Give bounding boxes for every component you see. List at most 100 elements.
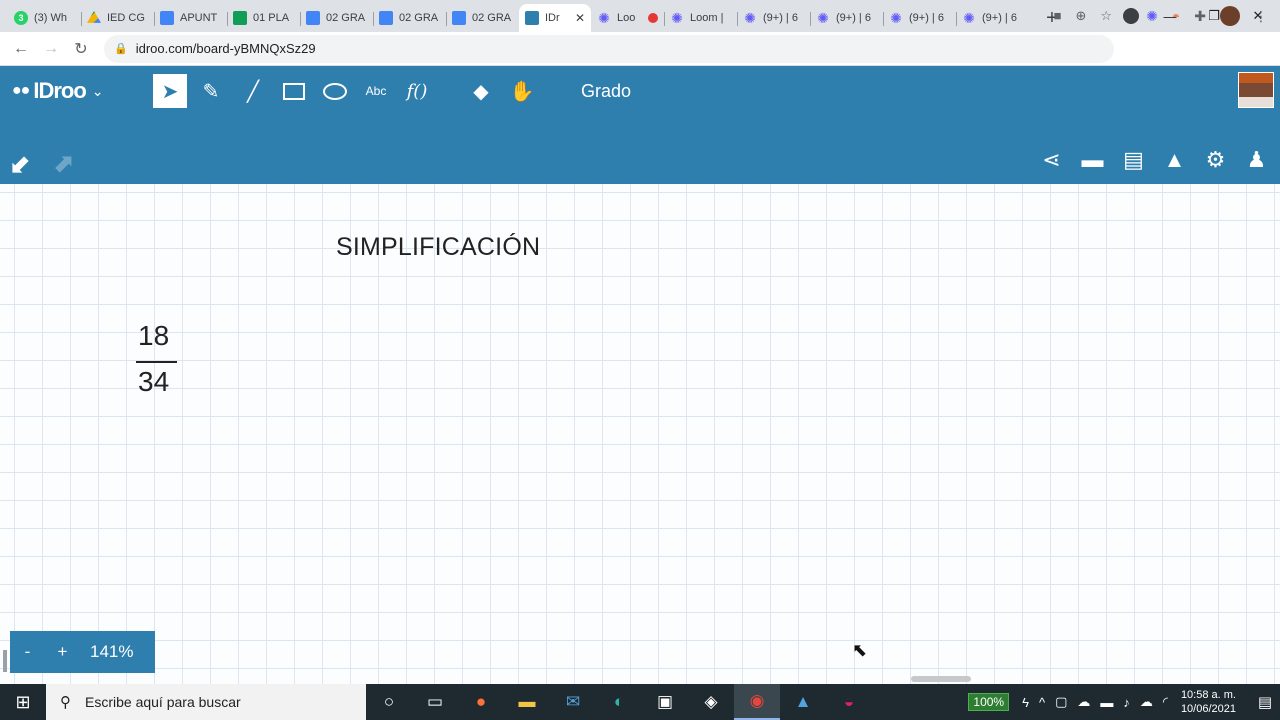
reload-button[interactable]: ↻ [66, 39, 96, 59]
board-name[interactable]: Grado [581, 81, 631, 102]
browser-tab[interactable]: ✺ (9+) | 6 [883, 4, 956, 32]
line-icon: ╱ [246, 80, 260, 103]
forward-button[interactable]: → [36, 40, 66, 58]
loom-icon: ✺ [671, 9, 683, 26]
tab-title: IDr [545, 12, 560, 24]
drive-icon [87, 11, 101, 23]
share-icon[interactable]: ⋖ [1031, 147, 1072, 173]
taskbar-search-box[interactable]: ⚲ Escribe aquí para buscar [46, 684, 366, 720]
clock[interactable]: 10:58 a. m. 10/06/2021 [1181, 688, 1236, 716]
undo-arrow-icon[interactable]: ⬋ [10, 148, 32, 179]
horizontal-scrollbar[interactable] [911, 676, 971, 682]
chevron-up-icon[interactable]: ^ [1039, 695, 1045, 710]
tab-title: (9+) | 6 [836, 12, 871, 24]
document-icon[interactable]: ▤ [1113, 147, 1154, 173]
network-icon[interactable]: ▢ [1055, 694, 1067, 710]
left-scroll-edge[interactable] [3, 650, 7, 672]
cortana-icon[interactable]: ○ [366, 684, 412, 720]
tab-search-icon[interactable] [1123, 8, 1139, 24]
loom-extension-icon[interactable]: ✺ [1146, 8, 1158, 25]
settings-icon[interactable]: ⚙ [1195, 147, 1236, 173]
camera-icon[interactable]: ■ [1054, 8, 1062, 24]
idroo-logo[interactable]: ●● IDroo ⌄ [12, 78, 103, 104]
edge-icon[interactable]: ◐ [596, 684, 642, 720]
image-icon[interactable]: ▲ [1154, 147, 1195, 173]
whiteboard-canvas[interactable]: SIMPLIFICACIÓN 18 34 - + 141% ⬉ [0, 184, 1280, 684]
formula-tool-button[interactable]: f() [400, 74, 434, 108]
browser-tab[interactable]: 02 GRA [373, 4, 446, 32]
rectangle-icon [283, 82, 305, 100]
sheets-icon [233, 11, 247, 25]
browser-tab[interactable]: ✺ (9+) | 6 [956, 4, 1029, 32]
line-tool-button[interactable]: ╱ [236, 74, 270, 108]
board-heading[interactable]: SIMPLIFICACIÓN [336, 233, 540, 262]
fraction-numerator[interactable]: 18 [138, 320, 169, 352]
profile-avatar[interactable] [1220, 6, 1240, 26]
back-button[interactable]: ← [6, 40, 36, 58]
ellipse-tool-button[interactable] [318, 74, 352, 108]
file-explorer-icon[interactable]: ▬ [504, 684, 550, 720]
paint-icon[interactable]: ◒ [826, 684, 872, 720]
search-icon: ⚲ [60, 694, 71, 711]
text-tool-button[interactable]: Abc [359, 74, 393, 108]
browser-tab[interactable]: 01 PLA [227, 4, 300, 32]
select-tool-button[interactable]: ➤ [153, 74, 187, 108]
browser-tab[interactable]: 3 (3) Wh [8, 4, 81, 32]
user-edit-icon[interactable]: ♟ [1236, 147, 1277, 173]
zoom-out-button[interactable]: - [10, 642, 45, 662]
loom-icon: ✺ [963, 9, 975, 26]
chat-icon[interactable]: ▬ [1072, 147, 1113, 173]
browser-tab[interactable]: 02 GRA [446, 4, 519, 32]
address-bar[interactable]: 🔒 idroo.com/board-yBMNQxSz29 [104, 34, 1114, 63]
browser-tab[interactable]: ✺ (9+) | 6 [737, 4, 810, 32]
power-icon[interactable]: ϟ [1022, 695, 1029, 710]
rectangle-tool-button[interactable] [277, 74, 311, 108]
zoom-level: 141% [90, 642, 134, 661]
store-icon[interactable]: ▣ [642, 684, 688, 720]
browser-tab[interactable]: 02 GRA [300, 4, 373, 32]
docs-icon [379, 11, 393, 25]
zoom-in-button[interactable]: + [45, 642, 80, 662]
close-tab-icon[interactable]: ✕ [575, 11, 585, 25]
tab-title: 01 PLA [253, 12, 290, 24]
notifications-icon[interactable]: ▤ [1250, 693, 1280, 711]
hand-tool-button[interactable]: ✋ [505, 74, 539, 108]
tab-title: Loom | [690, 12, 724, 24]
chrome-icon[interactable]: ◉ [734, 684, 780, 720]
docs-icon [160, 11, 174, 25]
app-icon[interactable]: ◈ [688, 684, 734, 720]
user-video-thumbnail[interactable] [1238, 72, 1274, 108]
wifi-icon[interactable]: ◜ [1163, 694, 1168, 710]
browser-tab[interactable]: IDr ✕ [519, 4, 591, 32]
redo-arrow-icon[interactable]: ⬈ [52, 148, 74, 179]
browser-menu-icon[interactable]: ⋮ [1254, 8, 1268, 25]
usb-icon[interactable]: ▬ [1100, 695, 1113, 710]
extension-icon[interactable]: ◓ [1172, 8, 1180, 24]
task-view-icon[interactable]: ▭ [412, 684, 458, 720]
bookmark-star-icon[interactable]: ☆ [1100, 8, 1112, 24]
chevron-down-icon: ⌄ [91, 82, 104, 99]
mail-icon[interactable]: ✉ [550, 684, 596, 720]
tab-title: (9+) | 6 [763, 12, 798, 24]
fraction-denominator[interactable]: 34 [138, 366, 169, 398]
tab-title: Loo [617, 12, 636, 24]
windows-start-button[interactable]: ⊞ [0, 692, 46, 713]
browser-tab[interactable]: ✺ (9+) | 6 [810, 4, 883, 32]
photos-icon[interactable]: ▲ [780, 684, 826, 720]
browser-tab[interactable]: IED CG [81, 4, 154, 32]
paw-icon: ●● [12, 82, 30, 99]
cloud-icon[interactable]: ☁ [1077, 694, 1090, 710]
onedrive-icon[interactable]: ☁ [1140, 694, 1153, 710]
battery-indicator[interactable]: 100% [968, 693, 1010, 711]
extension-icons: ✺ ◓ ✚ [1146, 6, 1240, 26]
browser-tab[interactable]: APUNT [154, 4, 227, 32]
firefox-icon[interactable]: ● [458, 684, 504, 720]
browser-tab[interactable]: ✺ Loo [591, 4, 664, 32]
ellipse-icon [323, 82, 347, 100]
volume-icon[interactable]: ♪ [1123, 695, 1130, 710]
zoom-icon[interactable]: ⊕ [1075, 8, 1086, 24]
eraser-tool-button[interactable]: ◆ [464, 74, 498, 108]
browser-tab[interactable]: ✺ Loom | [664, 4, 737, 32]
pen-tool-button[interactable]: ✎ [194, 74, 228, 108]
puzzle-icon[interactable]: ✚ [1194, 8, 1206, 25]
